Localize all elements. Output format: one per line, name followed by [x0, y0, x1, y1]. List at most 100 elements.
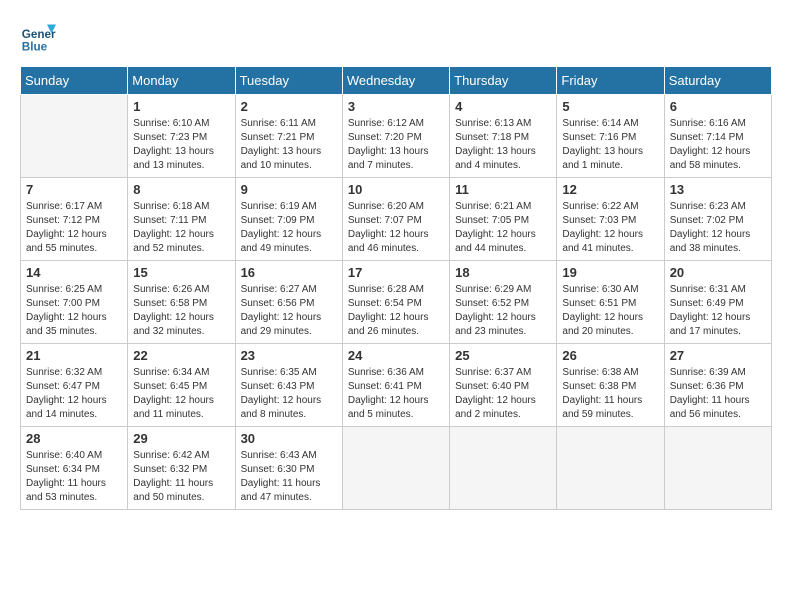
day-cell: 14 Sunrise: 6:25 AM Sunset: 7:00 PM Dayli… — [21, 261, 128, 344]
day-header-sunday: Sunday — [21, 67, 128, 95]
day-info: Sunrise: 6:34 AM Sunset: 6:45 PM Dayligh… — [133, 366, 229, 422]
day-number: 18 — [455, 265, 551, 280]
day-cell: 13 Sunrise: 6:23 AM Sunset: 7:02 PM Dayli… — [664, 178, 771, 261]
day-cell: 17 Sunrise: 6:28 AM Sunset: 6:54 PM Dayli… — [342, 261, 449, 344]
day-number: 27 — [670, 348, 766, 363]
day-cell: 1 Sunrise: 6:10 AM Sunset: 7:23 PM Daylig… — [128, 95, 235, 178]
day-number: 15 — [133, 265, 229, 280]
day-header-tuesday: Tuesday — [235, 67, 342, 95]
day-info: Sunrise: 6:38 AM Sunset: 6:38 PM Dayligh… — [562, 366, 658, 422]
day-info: Sunrise: 6:27 AM Sunset: 6:56 PM Dayligh… — [241, 283, 337, 339]
day-number: 9 — [241, 182, 337, 197]
day-info: Sunrise: 6:30 AM Sunset: 6:51 PM Dayligh… — [562, 283, 658, 339]
day-number: 30 — [241, 431, 337, 446]
day-number: 21 — [26, 348, 122, 363]
day-info: Sunrise: 6:16 AM Sunset: 7:14 PM Dayligh… — [670, 117, 766, 173]
day-cell: 29 Sunrise: 6:42 AM Sunset: 6:32 PM Dayli… — [128, 427, 235, 510]
day-cell: 10 Sunrise: 6:20 AM Sunset: 7:07 PM Dayli… — [342, 178, 449, 261]
day-header-thursday: Thursday — [450, 67, 557, 95]
day-number: 14 — [26, 265, 122, 280]
day-number: 10 — [348, 182, 444, 197]
day-cell: 2 Sunrise: 6:11 AM Sunset: 7:21 PM Daylig… — [235, 95, 342, 178]
day-info: Sunrise: 6:40 AM Sunset: 6:34 PM Dayligh… — [26, 449, 122, 505]
day-number: 4 — [455, 99, 551, 114]
day-number: 24 — [348, 348, 444, 363]
day-cell: 25 Sunrise: 6:37 AM Sunset: 6:40 PM Dayli… — [450, 344, 557, 427]
day-info: Sunrise: 6:37 AM Sunset: 6:40 PM Dayligh… — [455, 366, 551, 422]
day-info: Sunrise: 6:28 AM Sunset: 6:54 PM Dayligh… — [348, 283, 444, 339]
svg-text:Blue: Blue — [22, 41, 48, 54]
day-info: Sunrise: 6:25 AM Sunset: 7:00 PM Dayligh… — [26, 283, 122, 339]
day-info: Sunrise: 6:35 AM Sunset: 6:43 PM Dayligh… — [241, 366, 337, 422]
day-header-monday: Monday — [128, 67, 235, 95]
day-info: Sunrise: 6:20 AM Sunset: 7:07 PM Dayligh… — [348, 200, 444, 256]
day-number: 16 — [241, 265, 337, 280]
day-info: Sunrise: 6:22 AM Sunset: 7:03 PM Dayligh… — [562, 200, 658, 256]
day-cell: 9 Sunrise: 6:19 AM Sunset: 7:09 PM Daylig… — [235, 178, 342, 261]
day-cell: 30 Sunrise: 6:43 AM Sunset: 6:30 PM Dayli… — [235, 427, 342, 510]
day-number: 8 — [133, 182, 229, 197]
day-cell — [664, 427, 771, 510]
day-cell: 24 Sunrise: 6:36 AM Sunset: 6:41 PM Dayli… — [342, 344, 449, 427]
day-number: 13 — [670, 182, 766, 197]
day-number: 25 — [455, 348, 551, 363]
day-cell: 20Sunrise: 6:31 AM Sunset: 6:49 PM Dayli… — [664, 261, 771, 344]
day-cell: 21 Sunrise: 6:32 AM Sunset: 6:47 PM Dayli… — [21, 344, 128, 427]
day-cell: 22 Sunrise: 6:34 AM Sunset: 6:45 PM Dayli… — [128, 344, 235, 427]
day-number: 29 — [133, 431, 229, 446]
day-info: Sunrise: 6:29 AM Sunset: 6:52 PM Dayligh… — [455, 283, 551, 339]
day-cell — [342, 427, 449, 510]
day-cell: 27 Sunrise: 6:39 AM Sunset: 6:36 PM Dayli… — [664, 344, 771, 427]
day-number: 6 — [670, 99, 766, 114]
day-cell: 15 Sunrise: 6:26 AM Sunset: 6:58 PM Dayli… — [128, 261, 235, 344]
day-info: Sunrise: 6:42 AM Sunset: 6:32 PM Dayligh… — [133, 449, 229, 505]
week-row-3: 14 Sunrise: 6:25 AM Sunset: 7:00 PM Dayli… — [21, 261, 772, 344]
day-cell: 12 Sunrise: 6:22 AM Sunset: 7:03 PM Dayli… — [557, 178, 664, 261]
day-info: Sunrise: 6:23 AM Sunset: 7:02 PM Dayligh… — [670, 200, 766, 256]
week-row-2: 7 Sunrise: 6:17 AM Sunset: 7:12 PM Daylig… — [21, 178, 772, 261]
day-cell: 8Sunrise: 6:18 AM Sunset: 7:11 PM Daylig… — [128, 178, 235, 261]
day-number: 20 — [670, 265, 766, 280]
day-info: Sunrise: 6:19 AM Sunset: 7:09 PM Dayligh… — [241, 200, 337, 256]
day-info: Sunrise: 6:32 AM Sunset: 6:47 PM Dayligh… — [26, 366, 122, 422]
day-number: 22 — [133, 348, 229, 363]
week-row-5: 28 Sunrise: 6:40 AM Sunset: 6:34 PM Dayli… — [21, 427, 772, 510]
day-cell: 7 Sunrise: 6:17 AM Sunset: 7:12 PM Daylig… — [21, 178, 128, 261]
day-number: 19 — [562, 265, 658, 280]
day-number: 1 — [133, 99, 229, 114]
logo-icon: General Blue — [20, 20, 56, 56]
day-cell: 19 Sunrise: 6:30 AM Sunset: 6:51 PM Dayli… — [557, 261, 664, 344]
days-header-row: SundayMondayTuesdayWednesdayThursdayFrid… — [21, 67, 772, 95]
day-cell: 23 Sunrise: 6:35 AM Sunset: 6:43 PM Dayli… — [235, 344, 342, 427]
day-info: Sunrise: 6:43 AM Sunset: 6:30 PM Dayligh… — [241, 449, 337, 505]
day-header-saturday: Saturday — [664, 67, 771, 95]
day-info: Sunrise: 6:10 AM Sunset: 7:23 PM Dayligh… — [133, 117, 229, 173]
day-number: 17 — [348, 265, 444, 280]
day-cell — [557, 427, 664, 510]
day-number: 11 — [455, 182, 551, 197]
day-cell: 4 Sunrise: 6:13 AM Sunset: 7:18 PM Daylig… — [450, 95, 557, 178]
day-header-wednesday: Wednesday — [342, 67, 449, 95]
day-cell: 18 Sunrise: 6:29 AM Sunset: 6:52 PM Dayli… — [450, 261, 557, 344]
day-number: 2 — [241, 99, 337, 114]
day-number: 26 — [562, 348, 658, 363]
day-info: Sunrise: 6:21 AM Sunset: 7:05 PM Dayligh… — [455, 200, 551, 256]
day-cell: 16 Sunrise: 6:27 AM Sunset: 6:56 PM Dayli… — [235, 261, 342, 344]
day-info: Sunrise: 6:14 AM Sunset: 7:16 PM Dayligh… — [562, 117, 658, 173]
week-row-4: 21 Sunrise: 6:32 AM Sunset: 6:47 PM Dayli… — [21, 344, 772, 427]
calendar-table: SundayMondayTuesdayWednesdayThursdayFrid… — [20, 66, 772, 510]
day-cell: 11 Sunrise: 6:21 AM Sunset: 7:05 PM Dayli… — [450, 178, 557, 261]
day-number: 28 — [26, 431, 122, 446]
day-number: 7 — [26, 182, 122, 197]
day-info: Sunrise: 6:36 AM Sunset: 6:41 PM Dayligh… — [348, 366, 444, 422]
day-number: 12 — [562, 182, 658, 197]
day-info: Sunrise: 6:39 AM Sunset: 6:36 PM Dayligh… — [670, 366, 766, 422]
day-info: Sunrise: 6:26 AM Sunset: 6:58 PM Dayligh… — [133, 283, 229, 339]
day-info: Sunrise: 6:11 AM Sunset: 7:21 PM Dayligh… — [241, 117, 337, 173]
page-header: General Blue — [20, 20, 772, 56]
day-info: Sunrise: 6:13 AM Sunset: 7:18 PM Dayligh… — [455, 117, 551, 173]
day-cell — [450, 427, 557, 510]
day-cell — [21, 95, 128, 178]
day-number: 23 — [241, 348, 337, 363]
day-info: Sunrise: 6:17 AM Sunset: 7:12 PM Dayligh… — [26, 200, 122, 256]
